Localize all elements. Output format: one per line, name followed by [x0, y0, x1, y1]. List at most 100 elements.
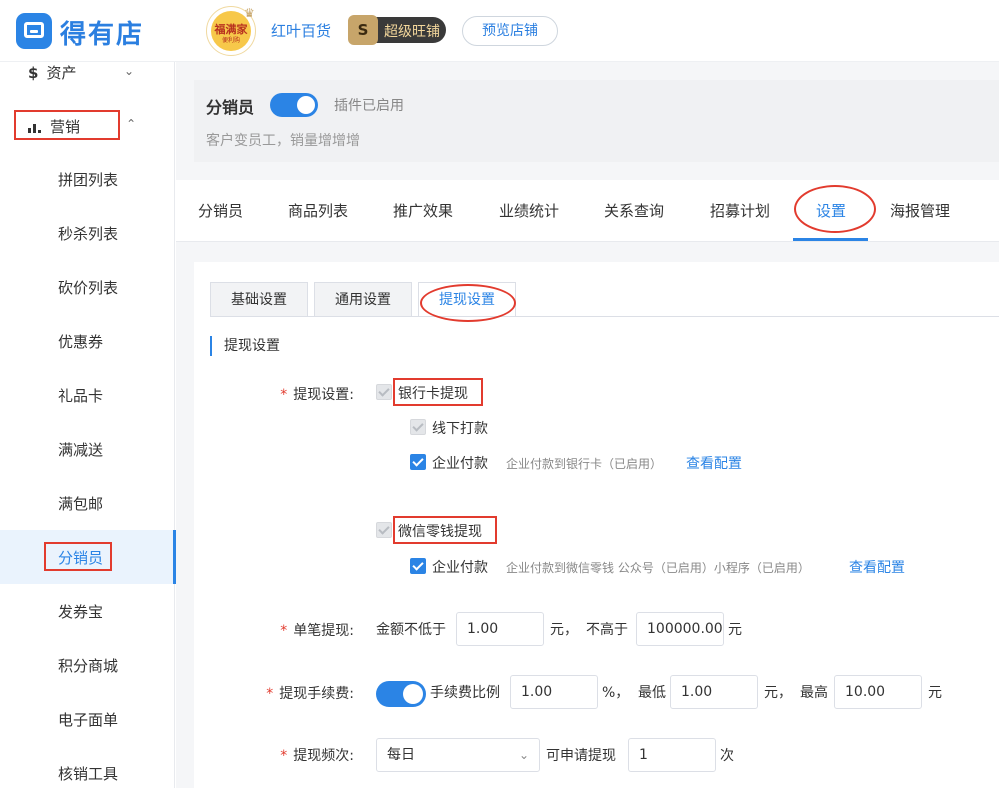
shop-name-link[interactable]: 红叶百货	[271, 20, 331, 41]
subtab-basic-settings[interactable]: 基础设置	[210, 282, 308, 316]
sidebar-item-label: 优惠券	[58, 333, 104, 351]
sidebar-item-coupon-push[interactable]: 发券宝	[0, 584, 175, 638]
frequency-period-select[interactable]: 每日 ⌄	[376, 738, 540, 772]
tab-poster-management[interactable]: 海报管理	[890, 200, 950, 221]
max-amount-prefix: 不高于	[586, 622, 628, 638]
sidebar-item-label: 满包邮	[58, 495, 104, 513]
sidebar-item-label: 满减送	[58, 441, 104, 459]
sidebar-item-flash-sale[interactable]: 秒杀列表	[0, 206, 175, 260]
withdraw-frequency-label: * 提现频次:	[280, 748, 354, 764]
bar-chart-icon	[28, 123, 42, 133]
frequency-unit: 次	[720, 748, 734, 764]
single-withdraw-label: * 单笔提现:	[280, 623, 354, 639]
tab-promotion-effect[interactable]: 推广效果	[393, 200, 453, 221]
sidebar-item-label: 资产	[46, 64, 77, 82]
sidebar-item-label: 发券宝	[58, 603, 104, 621]
tab-distributors[interactable]: 分销员	[198, 200, 243, 221]
annotation-highlight-box	[393, 378, 483, 406]
fee-ratio-input[interactable]: 1.00	[510, 675, 598, 709]
sidebar-item-verify-tool[interactable]: 核销工具	[0, 746, 175, 800]
bank-enterprise-pay-note: 企业付款到银行卡（已启用）	[506, 457, 663, 471]
field-label: 提现手续费:	[279, 686, 354, 702]
sidebar-item-e-waybill[interactable]: 电子面单	[0, 692, 175, 746]
sidebar-item-label: 积分商城	[58, 657, 119, 675]
bank-enterprise-pay-label: 企业付款	[432, 456, 488, 472]
field-label: 单笔提现:	[293, 623, 354, 639]
tab-relation-query[interactable]: 关系查询	[604, 200, 664, 221]
sidebar-item-gift-card[interactable]: 礼品卡	[0, 368, 175, 422]
max-amount-input[interactable]: 100000.00	[636, 612, 724, 646]
vip-shield-icon: S	[348, 15, 378, 45]
sidebar-item-marketing[interactable]: 营销	[14, 110, 120, 140]
plugin-title: 分销员	[206, 98, 255, 117]
tab-performance-stats[interactable]: 业绩统计	[499, 200, 559, 221]
sidebar-item-distributor[interactable]: 分销员	[0, 530, 176, 584]
tab-recruit-plan[interactable]: 招募计划	[710, 200, 770, 221]
sidebar-item-bargain[interactable]: 砍价列表	[0, 260, 175, 314]
main-tabbar: 分销员 商品列表 推广效果 业绩统计 关系查询 招募计划 设置 海报管理	[176, 180, 999, 242]
chevron-down-icon[interactable]: ⌄	[124, 64, 134, 78]
field-label: 提现频次:	[293, 748, 354, 764]
bank-view-config-link[interactable]: 查看配置	[686, 453, 742, 473]
fee-min-label: 最低	[638, 685, 666, 701]
section-title: 提现设置	[210, 336, 280, 356]
sidebar: $ 资产 ⌄ 营销 ⌄ 拼团列表 秒杀列表 砍价列表 优惠券 礼品卡 满减送 满包…	[0, 62, 176, 788]
wechat-view-config-link[interactable]: 查看配置	[849, 557, 905, 577]
wechat-change-checkbox[interactable]	[376, 522, 392, 538]
plugin-info-panel: 分销员 插件已启用 客户变员工，销量增增增	[194, 80, 999, 162]
fee-ratio-label: 手续费比例	[430, 685, 500, 701]
tab-product-list[interactable]: 商品列表	[288, 200, 348, 221]
preview-shop-button[interactable]: 预览店铺	[462, 16, 558, 46]
wechat-enterprise-pay-note: 企业付款到微信零钱 公众号（已启用）小程序（已启用）	[506, 561, 810, 575]
subtab-divider	[210, 316, 999, 317]
sidebar-item-label: 礼品卡	[58, 387, 104, 405]
sidebar-item-label: 营销	[50, 118, 81, 136]
sidebar-item-label: 砍价列表	[58, 279, 119, 297]
annotation-highlight-circle	[794, 185, 876, 233]
sidebar-item-label: 拼团列表	[58, 171, 119, 189]
sidebar-item-free-shipping[interactable]: 满包邮	[0, 476, 175, 530]
brand-name[interactable]: 得有店	[60, 14, 144, 51]
vip-badge: S 超级旺铺	[348, 15, 446, 45]
field-label: 提现设置:	[293, 387, 354, 403]
sidebar-item-label: 分销员	[58, 549, 104, 567]
sidebar-item-assets[interactable]: $ 资产	[28, 62, 76, 83]
plugin-enable-toggle[interactable]	[270, 93, 318, 117]
sidebar-item-label: 电子面单	[58, 711, 119, 729]
sidebar-item-full-reduction[interactable]: 满减送	[0, 422, 175, 476]
active-tab-underline	[793, 238, 868, 241]
fee-max-input[interactable]: 10.00	[834, 675, 922, 709]
brand-logo-icon[interactable]	[16, 13, 52, 49]
sidebar-item-group-buy[interactable]: 拼团列表	[0, 152, 175, 206]
plugin-description: 客户变员工，销量增增增	[206, 133, 360, 149]
fee-enable-toggle[interactable]	[376, 681, 426, 707]
chevron-up-icon[interactable]: ⌄	[126, 116, 136, 130]
fee-percent-unit: %，	[602, 685, 630, 701]
can-apply-label: 可申请提现	[546, 748, 616, 764]
min-amount-input[interactable]: 1.00	[456, 612, 544, 646]
offline-payment-label: 线下打款	[432, 421, 488, 437]
withdraw-fee-label: * 提现手续费:	[266, 686, 354, 702]
annotation-highlight-circle	[420, 284, 516, 322]
wechat-enterprise-pay-checkbox[interactable]	[410, 558, 426, 574]
bank-card-checkbox[interactable]	[376, 384, 392, 400]
sidebar-item-coupons[interactable]: 优惠券	[0, 314, 175, 368]
min-amount-unit: 元，	[550, 622, 578, 638]
sidebar-item-label: 秒杀列表	[58, 225, 119, 243]
plugin-status-text: 插件已启用	[334, 98, 404, 114]
crown-icon: ♛	[244, 6, 255, 20]
min-amount-prefix: 金额不低于	[376, 622, 446, 638]
fee-min-input[interactable]: 1.00	[670, 675, 758, 709]
fee-max-label: 最高	[800, 685, 828, 701]
chevron-down-icon: ⌄	[518, 748, 529, 762]
select-value: 每日	[387, 747, 415, 763]
top-header: 得有店 福满家 便利购 ♛ 红叶百货 S 超级旺铺 预览店铺	[0, 0, 999, 62]
bank-enterprise-pay-checkbox[interactable]	[410, 454, 426, 470]
dollar-icon: $	[28, 64, 39, 82]
frequency-count-input[interactable]: 1	[628, 738, 716, 772]
subtab-general-settings[interactable]: 通用设置	[314, 282, 412, 316]
fee-min-unit: 元，	[764, 685, 792, 701]
offline-payment-checkbox[interactable]	[410, 419, 426, 435]
sidebar-item-points-mall[interactable]: 积分商城	[0, 638, 175, 692]
sidebar-item-label: 核销工具	[58, 765, 119, 783]
